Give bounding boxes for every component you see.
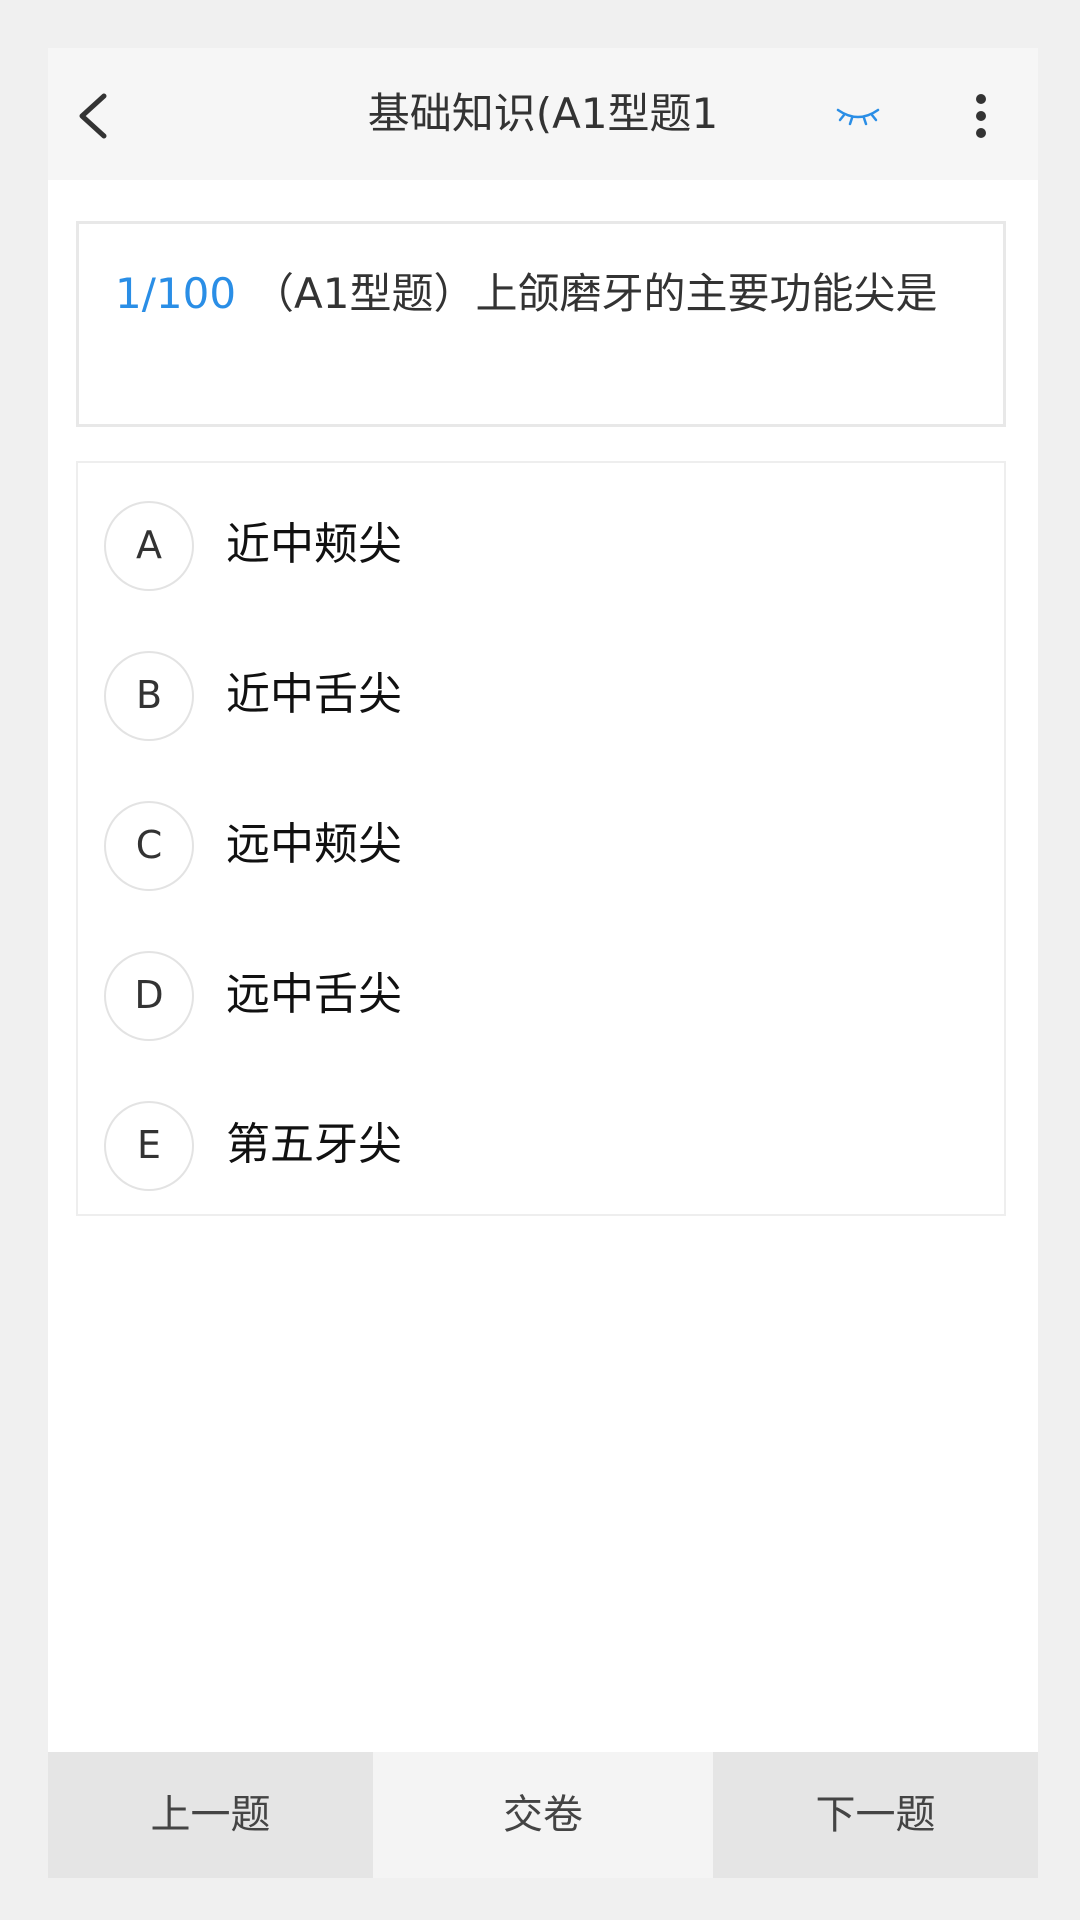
option-d[interactable]: D 远中舌尖 [78,937,1004,1047]
option-c[interactable]: C 远中颊尖 [78,787,1004,897]
option-letter: A [104,501,194,591]
option-letter: C [104,801,194,891]
app-frame: 基础知识(A1型题1 1/100 （A1型题）上颌磨牙的主要功能尖是 A 近中颊尖 [48,48,1038,1878]
bottom-navigation: 上一题 交卷 下一题 [48,1752,1038,1878]
options-list: A 近中颊尖 B 近中舌尖 C 远中颊尖 D 远中舌尖 E 第五牙尖 [76,461,1006,1216]
option-label: 近中颊尖 [226,519,402,570]
eye-closed-icon [836,108,880,126]
option-letter: E [104,1101,194,1191]
question-text: （A1型题）上颌磨牙的主要功能尖是 [252,269,938,318]
chevron-left-icon [79,93,107,139]
option-letter: D [104,951,194,1041]
option-label: 第五牙尖 [226,1119,402,1170]
submit-exam-button[interactable]: 交卷 [373,1752,713,1878]
option-label: 远中舌尖 [226,969,402,1020]
question-number: 1/100 [115,269,237,318]
option-label: 远中颊尖 [226,819,402,870]
option-e[interactable]: E 第五牙尖 [78,1087,1004,1197]
back-button[interactable] [70,88,118,144]
option-label: 近中舌尖 [226,669,402,720]
question-box: 1/100 （A1型题）上颌磨牙的主要功能尖是 [76,221,1006,427]
top-bar: 基础知识(A1型题1 [48,48,1038,180]
hide-answer-button[interactable] [834,102,882,130]
option-letter: B [104,651,194,741]
more-menu-button[interactable] [966,94,996,138]
previous-question-button[interactable]: 上一题 [48,1752,373,1878]
next-question-button[interactable]: 下一题 [713,1752,1038,1878]
option-a[interactable]: A 近中颊尖 [78,487,1004,597]
page-title: 基础知识(A1型题1 [367,89,719,138]
option-b[interactable]: B 近中舌尖 [78,637,1004,747]
